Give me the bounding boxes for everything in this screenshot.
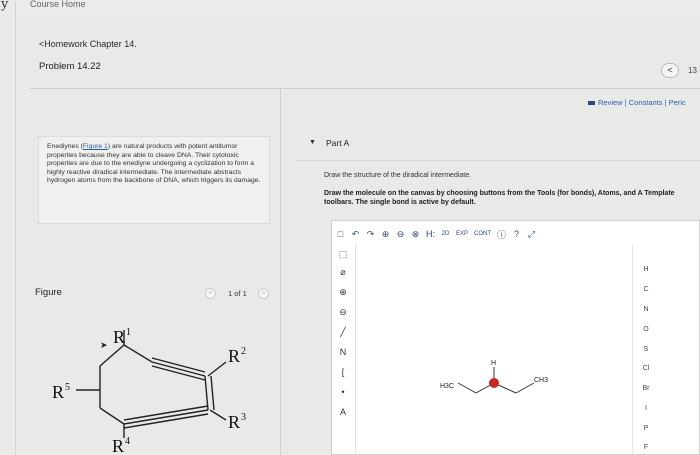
explicit-hydrogens-button[interactable]: H: [426,229,435,239]
atom-button-f[interactable]: F [636,444,656,451]
arrow-marker: ➤ [100,341,108,351]
substituent-bond [209,409,227,421]
atoms-divider [632,245,633,455]
constants-link[interactable]: Constants [629,98,663,107]
redo-icon[interactable]: ↷ [366,229,375,240]
alkene-bond [204,375,209,411]
bracket-tool-icon[interactable]: [ [335,367,351,377]
pane-divider[interactable] [280,88,281,455]
figure-heading: Figure [35,287,62,298]
link-separator: | [664,98,667,107]
atom-button-o[interactable]: O [636,326,656,333]
atom-button-n[interactable]: N [636,306,656,313]
page-indicator: 13 [688,66,697,75]
clear-canvas-icon[interactable]: □ [336,229,345,239]
figure-link[interactable]: Figure 1 [83,143,108,150]
r1-label: R [113,327,125,347]
r2-label: R [228,346,240,366]
radical-tool-icon[interactable]: • [335,387,351,397]
molecule-editor[interactable] [331,220,700,455]
drawing-instructions: Draw the molecule on the canvas by choos… [324,190,675,206]
course-home-link[interactable]: Course Home [30,0,86,9]
header-divider [30,88,700,89]
problem-description: Enediynes (Figure 1) are natural product… [38,136,270,224]
single-bond-icon[interactable]: ╱ [335,327,351,338]
r5-label: R [52,382,64,402]
question-text: Draw the structure of the diradical inte… [324,172,472,179]
problem-title: Problem 14.22 [39,61,101,72]
left-rail-divider [15,0,16,455]
canvas-bond [515,382,535,394]
canvas-h-label: H [491,360,496,367]
info-icon[interactable]: ⓘ [497,228,506,241]
zoom-out-icon[interactable]: ⊖ [396,229,405,240]
periodic-table-link[interactable]: Peric [669,98,686,107]
top-bar [0,0,700,14]
r1-sup: 1 [126,327,131,338]
alkyne-bond [151,357,206,373]
atom-button-c[interactable]: C [636,286,656,293]
atom-button-i[interactable]: I [636,405,656,412]
canvas-ch3-label: CH3 [534,377,548,384]
review-link[interactable]: Review [598,98,623,107]
link-separator: | [624,98,627,107]
r4-sup: 4 [125,436,130,447]
canvas-bond [457,382,477,394]
tools-toolbar: ⬚ ⌀ ⊕ ⊖ ╱ N [ • A [333,247,353,452]
brand-logo[interactable]: y [1,0,8,12]
figure-next-button[interactable]: > [258,288,269,299]
previous-problem-button[interactable]: < [661,63,679,78]
r3-label: R [228,412,240,432]
r3-sup: 3 [241,412,246,423]
part-a-title[interactable]: Part A [326,138,349,148]
alkyne-bond [123,413,209,429]
part-a-divider [296,160,700,161]
zoom-in-icon[interactable]: ⊕ [381,229,390,240]
figure-prev-button[interactable]: < [205,288,216,299]
select-tool-icon[interactable]: ⬚ [335,249,351,260]
atom-label-tool-icon[interactable]: A [335,407,351,417]
negative-charge-icon[interactable]: ⊖ [335,307,351,318]
back-to-homework-link[interactable]: <Homework Chapter 14. [39,39,137,49]
tools-divider [355,245,356,455]
resource-links: Review | Constants | Peric [588,98,686,107]
help-icon[interactable]: ? [512,229,521,239]
r4-label: R [112,436,124,455]
ring-bond [99,407,125,425]
alkyne-bond [151,361,206,377]
fullscreen-icon[interactable]: ⤢ [527,229,536,240]
r2-sup: 2 [241,346,246,357]
positive-charge-icon[interactable]: ⊕ [335,287,351,298]
atom-button-p[interactable]: P [636,425,656,432]
atom-button-cl[interactable]: Cl [636,365,656,372]
canvas-molecule[interactable]: H3C H CH3 [430,355,560,405]
ring-bond [123,344,153,363]
atom-button-s[interactable]: S [636,346,656,353]
expand-button[interactable]: EXP [456,231,468,237]
atom-button-br[interactable]: Br [636,385,656,392]
editor-toolbar: □ ↶ ↷ ⊕ ⊖ ⊗ H: 2D EXP CONT ⓘ ? ⤢ [336,225,536,243]
figure-counter: 1 of 1 [228,289,247,298]
alkyne-bond [123,405,209,421]
ring-tool-icon[interactable]: N [335,347,351,357]
contract-button[interactable]: CONT [474,231,491,237]
reset-zoom-icon[interactable]: ⊗ [411,229,420,240]
alkyne-bond [151,365,206,381]
substituent-bond [207,361,227,377]
alkyne-bond [123,409,209,425]
enediyne-structure: ➤ R 1 R 2 R 3 R 4 R 5 [52,327,246,455]
alkene-bond [210,375,215,411]
selected-atom [489,378,499,388]
erase-tool-icon[interactable]: ⌀ [335,267,351,278]
undo-icon[interactable]: ↶ [351,229,360,240]
canvas-h3c-label: H3C [440,383,454,390]
2d-button[interactable]: 2D [441,231,450,237]
part-a-collapse-icon[interactable]: ▼ [309,139,316,146]
review-icon [588,101,595,106]
r5-sup: 5 [65,382,70,393]
description-text: Enediynes ( [47,143,83,150]
atom-button-h[interactable]: H [636,266,656,273]
